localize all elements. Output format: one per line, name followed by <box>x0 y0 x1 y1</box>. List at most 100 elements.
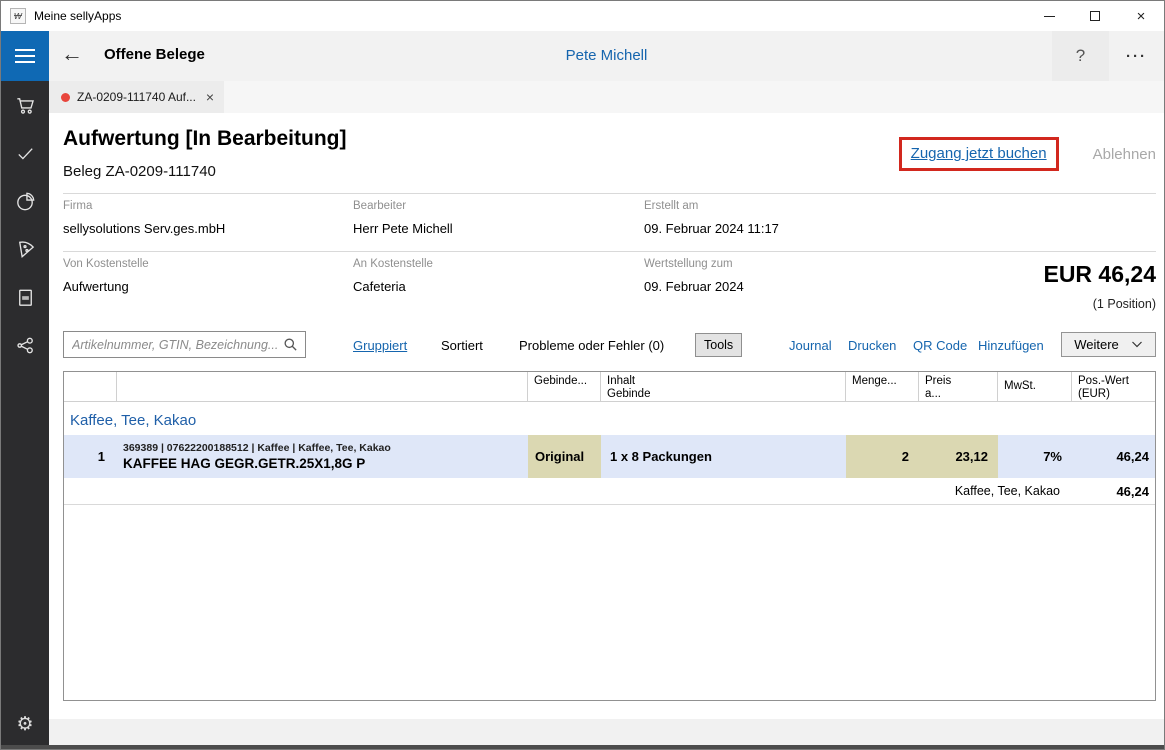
meta-value-von-kostenstelle: Aufwertung <box>63 279 129 294</box>
sidebar: ⚙ <box>1 81 49 747</box>
qr-code-link[interactable]: QR Code <box>913 338 967 353</box>
cart-icon <box>16 97 34 114</box>
table-row[interactable]: 1 369389 | 07622200188512 | Kaffee | Kaf… <box>64 435 1155 478</box>
close-button[interactable]: × <box>1118 1 1164 31</box>
meta-value-bearbeiter: Herr Pete Michell <box>353 221 453 236</box>
table-header: Gebinde... Inhalt Gebinde Menge... Preis… <box>64 372 1155 402</box>
pie-chart-icon <box>16 192 34 210</box>
inhalt-cell: 1 x 8 Packungen <box>610 449 712 464</box>
column-header-gebinde[interactable]: Gebinde... <box>528 372 601 401</box>
pizza-slice-icon <box>18 240 34 258</box>
column-header-inhalt[interactable]: Inhalt Gebinde <box>601 372 846 401</box>
settings-button[interactable]: ⚙ <box>1 707 49 741</box>
position-count: (1 Position) <box>1092 297 1156 311</box>
summary-group-label: Kaffee, Tee, Kakao <box>954 484 1060 498</box>
document-title: Aufwertung [In Bearbeitung] <box>63 127 347 150</box>
document-actions: Zugang jetzt buchen Ablehnen <box>898 137 1156 171</box>
tab-label: ZA-0209-111740 Auf... <box>77 90 196 104</box>
app-header: ← Offene Belege Pete Michell ? ··· <box>49 31 1164 81</box>
menge-cell[interactable]: 2 <box>846 435 919 478</box>
more-actions-label: Weitere <box>1074 337 1119 352</box>
preis-cell[interactable]: 23,12 <box>919 435 998 478</box>
tab-close-icon[interactable]: × <box>204 89 216 105</box>
hamburger-menu-button[interactable] <box>1 31 49 81</box>
status-strip <box>49 719 1164 747</box>
app-logo-icon: w <box>10 8 26 24</box>
meta-value-wertstellung: 09. Februar 2024 <box>644 279 744 294</box>
meta-label-firma: Firma <box>63 200 93 212</box>
mwst-cell: 7% <box>1043 449 1062 464</box>
column-header-menge[interactable]: Menge... <box>846 372 919 401</box>
checkmark-icon <box>17 147 33 160</box>
title-bar: w Meine sellyApps × <box>1 1 1164 31</box>
close-icon: × <box>1136 7 1146 25</box>
reject-link[interactable]: Ablehnen <box>1093 146 1156 163</box>
article-info: 369389 | 07622200188512 | Kaffee | Kaffe… <box>123 442 391 454</box>
positions-table: Gebinde... Inhalt Gebinde Menge... Preis… <box>63 371 1156 701</box>
meta-label-von-kostenstelle: Von Kostenstelle <box>63 258 149 270</box>
sidebar-item-journal[interactable] <box>1 273 49 321</box>
help-button[interactable]: ? <box>1052 31 1109 81</box>
maximize-button[interactable] <box>1072 1 1118 31</box>
hamburger-icon <box>15 49 35 51</box>
meta-label-bearbeiter: Bearbeiter <box>353 200 407 212</box>
sidebar-item-shop[interactable] <box>1 81 49 129</box>
add-item-link[interactable]: Hinzufügen <box>978 338 1044 353</box>
tab-strip: ZA-0209-111740 Auf... × <box>49 81 1164 113</box>
article-name: KAFFEE HAG GEGR.GETR.25X1,8G P <box>123 456 366 471</box>
current-user[interactable]: Pete Michell <box>49 47 1164 64</box>
app-window: w Meine sellyApps × ← Offene Belege Pete… <box>0 0 1165 750</box>
meta-value-erstellt-am: 09. Februar 2024 11:17 <box>644 221 779 236</box>
maximize-icon <box>1090 11 1100 21</box>
sidebar-item-network[interactable] <box>1 321 49 369</box>
journal-link[interactable]: Journal <box>789 338 832 353</box>
document-view: Aufwertung [In Bearbeitung] Beleg ZA-020… <box>49 113 1164 719</box>
divider <box>63 193 1156 194</box>
pos-wert-cell: 46,24 <box>1116 449 1149 464</box>
grouped-toggle[interactable]: Gruppiert <box>353 338 407 353</box>
column-header <box>117 372 528 401</box>
search-icon <box>283 337 298 352</box>
unsaved-changes-dot-icon <box>61 92 70 102</box>
window-title: Meine sellyApps <box>34 9 122 23</box>
row-number: 1 <box>97 449 105 464</box>
column-header-preis[interactable]: Preis a... <box>919 372 998 401</box>
summary-total: 46,24 <box>1116 483 1149 499</box>
minimize-button[interactable] <box>1026 1 1072 31</box>
print-link[interactable]: Drucken <box>848 338 896 353</box>
sidebar-item-reports[interactable] <box>1 177 49 225</box>
tab-document[interactable]: ZA-0209-111740 Auf... × <box>49 81 224 113</box>
group-header-row: Kaffee, Tee, Kakao <box>64 402 1155 435</box>
meta-label-wertstellung: Wertstellung zum <box>644 258 733 270</box>
group-label: Kaffee, Tee, Kakao <box>70 412 197 429</box>
more-options-button[interactable]: ··· <box>1109 31 1164 81</box>
search-input[interactable] <box>64 337 283 352</box>
document-number: Beleg ZA-0209-111740 <box>63 163 216 180</box>
article-description-cell: 369389 | 07622200188512 | Kaffee | Kaffe… <box>117 435 528 478</box>
highlight-box: Zugang jetzt buchen <box>898 137 1059 171</box>
total-amount: EUR 46,24 <box>1043 261 1156 287</box>
problems-filter[interactable]: Probleme oder Fehler (0) <box>519 338 664 353</box>
more-actions-dropdown[interactable]: Weitere <box>1061 332 1156 357</box>
gear-icon: ⚙ <box>16 713 34 735</box>
column-header <box>64 372 117 401</box>
column-header-mwst[interactable]: MwSt. <box>998 372 1072 401</box>
chevron-down-icon <box>1131 341 1142 348</box>
divider <box>63 251 1156 252</box>
minimize-icon <box>1043 15 1055 17</box>
share-network-icon <box>16 337 33 353</box>
article-search-box <box>63 331 306 358</box>
book-receipt-link[interactable]: Zugang jetzt buchen <box>911 145 1047 162</box>
sidebar-item-products[interactable] <box>1 225 49 273</box>
meta-label-an-kostenstelle: An Kostenstelle <box>353 258 433 270</box>
tools-button[interactable]: Tools <box>695 333 743 357</box>
sidebar-item-tasks[interactable] <box>1 129 49 177</box>
book-icon <box>18 289 32 306</box>
window-controls: × <box>1026 1 1164 31</box>
meta-value-firma: sellysolutions Serv.ges.mbH <box>63 221 226 236</box>
column-header-pos-wert[interactable]: Pos.-Wert (EUR) <box>1072 372 1156 401</box>
meta-label-erstellt-am: Erstellt am <box>644 200 699 212</box>
sorted-toggle[interactable]: Sortiert <box>441 338 483 353</box>
window-bottom-edge <box>1 745 1164 749</box>
gebinde-cell[interactable]: Original <box>528 435 601 478</box>
